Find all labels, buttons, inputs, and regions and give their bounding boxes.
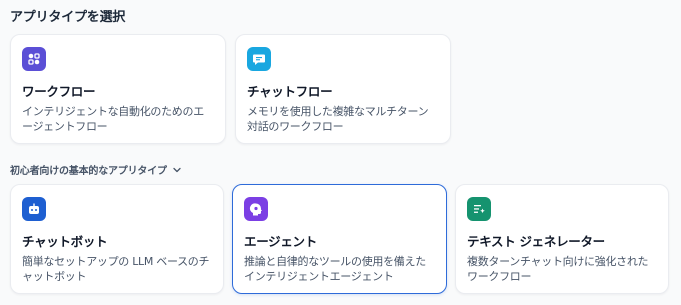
basic-app-types-heading: 初心者向けの基本的なアプリタイプ	[10, 166, 167, 177]
workflow-icon	[22, 47, 46, 71]
app-type-card-workflow[interactable]: ワークフロー インテリジェントな自動化のためのエージェントフロー	[10, 34, 226, 144]
text-generator-icon	[467, 197, 491, 221]
card-description: メモリを使用した複雑なマルチターン対話のワークフロー	[247, 105, 429, 133]
card-title: エージェント	[244, 234, 317, 249]
basic-app-types-toggle[interactable]: 初心者向けの基本的なアプリタイプ	[10, 162, 182, 177]
app-type-card-text-generator[interactable]: テキスト ジェネレーター 複数ターンチャット向けに強化されたワークフロー	[455, 184, 669, 294]
card-description: 複数ターンチャット向けに強化されたワークフロー	[467, 255, 649, 283]
app-type-card-agent[interactable]: エージェント 推論と自律的なツールの使用を備えたインテリジェントエージェント	[232, 184, 447, 294]
card-description: 簡単なセットアップの LLM ベースのチャットボット	[22, 255, 210, 283]
card-description: 推論と自律的なツールの使用を備えたインテリジェントエージェント	[244, 255, 426, 283]
app-type-card-chatbot[interactable]: チャットボット 簡単なセットアップの LLM ベースのチャットボット	[10, 184, 224, 294]
chatflow-icon	[247, 47, 271, 71]
chevron-down-icon	[173, 167, 181, 172]
agent-icon	[244, 197, 268, 221]
card-title: ワークフロー	[22, 84, 96, 99]
card-title: チャットフロー	[247, 84, 333, 99]
card-title: テキスト ジェネレーター	[467, 234, 605, 249]
card-description: インテリジェントな自動化のためのエージェントフロー	[22, 105, 204, 133]
card-title: チャットボット	[22, 234, 108, 249]
chatbot-icon	[22, 197, 46, 221]
app-type-card-chatflow[interactable]: チャットフロー メモリを使用した複雑なマルチターン対話のワークフロー	[235, 34, 451, 144]
app-type-heading: アプリタイプを選択	[10, 10, 126, 25]
